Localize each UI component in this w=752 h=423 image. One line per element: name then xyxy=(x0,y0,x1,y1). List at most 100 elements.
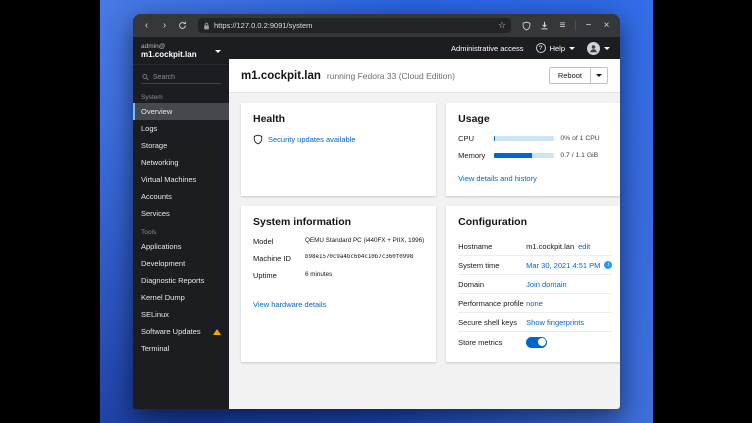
sidebar-item-selinux[interactable]: SELinux xyxy=(133,306,229,323)
view-hardware-details-link[interactable]: View hardware details xyxy=(253,300,326,309)
help-menu[interactable]: ? Help xyxy=(536,43,575,53)
reboot-dropdown-toggle[interactable] xyxy=(591,67,608,84)
hostname-label: Hostname xyxy=(458,242,526,251)
sidebar-search xyxy=(141,71,221,84)
health-row: Security updates available xyxy=(253,134,424,145)
performance-profile-link[interactable]: none xyxy=(526,299,543,308)
page-subtitle: running Fedora 33 (Cloud Edition) xyxy=(327,71,455,81)
memory-progress-fill xyxy=(494,153,532,158)
reboot-split-button: Reboot xyxy=(549,67,608,84)
back-button[interactable]: ‹ xyxy=(139,18,154,33)
sidebar-item-terminal[interactable]: Terminal xyxy=(133,340,229,357)
info-icon[interactable]: i xyxy=(604,261,612,269)
config-row-store-metrics: Store metrics xyxy=(458,332,612,352)
model-label: Model xyxy=(253,237,305,246)
memory-label: Memory xyxy=(458,151,488,160)
content-grid: Health Security updates available Usage … xyxy=(229,93,620,409)
warning-icon xyxy=(213,329,221,335)
cpu-value: 0% of 1 CPU xyxy=(560,135,612,142)
sidebar: admin@ m1.cockpit.lan System Overview Lo… xyxy=(133,37,229,409)
security-updates-link[interactable]: Security updates available xyxy=(268,135,356,144)
host-switcher-text: admin@ m1.cockpit.lan xyxy=(141,43,215,59)
current-host: m1.cockpit.lan xyxy=(141,50,215,59)
uptime-row: Uptime 6 minutes xyxy=(253,271,424,280)
security-shield-icon[interactable] xyxy=(519,18,534,33)
sidebar-item-networking[interactable]: Networking xyxy=(133,154,229,171)
help-icon: ? xyxy=(536,43,546,53)
cpu-progress-bar xyxy=(494,136,554,141)
config-row-performance-profile: Performance profile none xyxy=(458,294,612,313)
cpu-progress-fill xyxy=(494,136,495,141)
url-text: https://127.0.0.2:9091/system xyxy=(214,21,494,30)
sidebar-item-overview[interactable]: Overview xyxy=(133,103,229,120)
sidebar-item-virtual-machines[interactable]: Virtual Machines xyxy=(133,171,229,188)
memory-value: 0.7 / 1.1 GiB xyxy=(560,152,612,159)
section-label-tools: Tools xyxy=(133,222,229,238)
cpu-usage-row: CPU 0% of 1 CPU xyxy=(458,134,612,143)
configuration-card: Configuration Hostname m1.cockpit.lan ed… xyxy=(446,206,620,362)
forward-button[interactable]: › xyxy=(157,18,172,33)
store-metrics-toggle[interactable] xyxy=(526,337,547,348)
uptime-label: Uptime xyxy=(253,271,305,280)
browser-window: ‹ › https://127.0.0.2:9091/system ☆ ≡ − … xyxy=(133,14,620,409)
sidebar-item-applications[interactable]: Applications xyxy=(133,238,229,255)
system-information-card: System information Model QEMU Standard P… xyxy=(241,206,436,362)
health-card: Health Security updates available xyxy=(241,103,436,196)
user-icon xyxy=(589,44,598,53)
sidebar-item-kernel-dump[interactable]: Kernel Dump xyxy=(133,289,229,306)
page-header: m1.cockpit.lan running Fedora 33 (Cloud … xyxy=(229,59,620,93)
system-information-title: System information xyxy=(253,216,424,228)
config-row-secure-shell-keys: Secure shell keys Show fingerprints xyxy=(458,313,612,332)
sidebar-item-development[interactable]: Development xyxy=(133,255,229,272)
sidebar-item-accounts[interactable]: Accounts xyxy=(133,188,229,205)
store-metrics-label: Store metrics xyxy=(458,338,526,347)
machine-id-row: Machine ID b98e1570c9a4bc6b4c10b7c360f09… xyxy=(253,254,424,263)
performance-profile-label: Performance profile xyxy=(458,299,526,308)
hostname-value: m1.cockpit.lan xyxy=(526,242,574,251)
sidebar-item-logs[interactable]: Logs xyxy=(133,120,229,137)
sidebar-item-diagnostic-reports[interactable]: Diagnostic Reports xyxy=(133,272,229,289)
shield-glyph xyxy=(522,21,531,31)
model-value: QEMU Standard PC (i440FX + PIIX, 1996) xyxy=(305,237,424,246)
system-time-label: System time xyxy=(458,261,526,270)
show-fingerprints-link[interactable]: Show fingerprints xyxy=(526,318,584,327)
shield-icon xyxy=(253,134,263,145)
sidebar-item-services[interactable]: Services xyxy=(133,205,229,222)
config-row-domain: Domain Join domain xyxy=(458,275,612,294)
administrative-access-button[interactable]: Administrative access xyxy=(451,44,524,53)
machine-id-value: b98e1570c9a4bc6b4c10b7c360f0998 xyxy=(305,254,424,263)
memory-progress-bar xyxy=(494,153,554,158)
model-row: Model QEMU Standard PC (i440FX + PIIX, 1… xyxy=(253,237,424,246)
chevron-down-icon xyxy=(215,50,221,53)
close-button[interactable]: × xyxy=(599,18,614,33)
cpu-label: CPU xyxy=(458,134,488,143)
refresh-button[interactable] xyxy=(175,18,190,33)
configuration-title: Configuration xyxy=(458,216,612,228)
host-switcher[interactable]: admin@ m1.cockpit.lan xyxy=(133,37,229,65)
view-details-history-link[interactable]: View details and history xyxy=(458,174,537,183)
system-time-link[interactable]: Mar 30, 2021 4:51 PM xyxy=(526,261,600,270)
download-glyph xyxy=(540,21,549,30)
config-row-hostname: Hostname m1.cockpit.lan edit xyxy=(458,237,612,256)
user-menu[interactable] xyxy=(587,42,610,55)
sidebar-item-software-updates[interactable]: Software Updates xyxy=(133,323,229,340)
cockpit-app: admin@ m1.cockpit.lan System Overview Lo… xyxy=(133,37,620,409)
avatar xyxy=(587,42,600,55)
menu-icon[interactable]: ≡ xyxy=(555,18,570,33)
join-domain-link[interactable]: Join domain xyxy=(526,280,566,289)
minimize-button[interactable]: − xyxy=(581,18,596,33)
bookmark-star-icon[interactable]: ☆ xyxy=(498,20,506,31)
main-area: Administrative access ? Help m1.cock xyxy=(229,37,620,409)
titlebar-separator xyxy=(575,20,576,31)
sidebar-item-storage[interactable]: Storage xyxy=(133,137,229,154)
reboot-button[interactable]: Reboot xyxy=(549,67,591,84)
url-bar[interactable]: https://127.0.0.2:9091/system ☆ xyxy=(198,18,511,33)
downloads-icon[interactable] xyxy=(537,18,552,33)
config-row-system-time: System time Mar 30, 2021 4:51 PM i xyxy=(458,256,612,275)
search-input[interactable] xyxy=(153,74,220,81)
logged-in-user: admin@ xyxy=(141,43,215,50)
usage-title: Usage xyxy=(458,113,612,125)
edit-hostname-link[interactable]: edit xyxy=(578,242,590,251)
refresh-icon xyxy=(178,21,187,30)
screen: ‹ › https://127.0.0.2:9091/system ☆ ≡ − … xyxy=(0,0,752,423)
